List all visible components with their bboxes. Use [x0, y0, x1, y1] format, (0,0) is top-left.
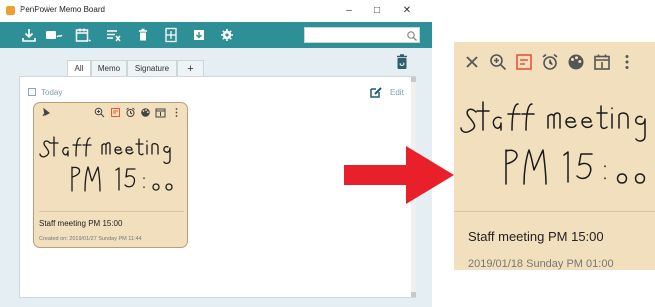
card-divider — [39, 211, 184, 212]
zoom-memo-date: 2019/01/18 Sunday PM 01:00 — [468, 258, 614, 270]
tab-last-icon[interactable]: ▸| — [46, 4, 51, 11]
download-icon[interactable] — [20, 27, 38, 43]
settings-icon[interactable] — [218, 27, 236, 43]
tab-signature[interactable]: Signature — [127, 60, 177, 76]
scroll-down-button[interactable] — [411, 292, 416, 297]
zoom-memo-title: Staff meeting PM 15:00 — [468, 229, 604, 244]
search-input[interactable] — [304, 27, 420, 43]
arrow-graphic — [344, 146, 454, 204]
zoom-divider — [454, 211, 655, 212]
search-icon[interactable] — [406, 29, 418, 41]
tab-all[interactable]: All — [67, 60, 91, 76]
tab-prev-icon[interactable]: ◂ — [30, 4, 33, 11]
app-logo-icon — [6, 6, 15, 15]
add-tab-button[interactable]: + — [177, 60, 204, 76]
import-icon[interactable] — [190, 27, 208, 43]
handwrite-icon[interactable] — [44, 27, 66, 43]
toolbar — [0, 22, 432, 48]
palette-icon[interactable] — [140, 107, 151, 118]
list-icon[interactable] — [104, 27, 122, 43]
memo-card[interactable]: Staff meeting PM 15:00 Created on: 2019/… — [33, 102, 188, 248]
more-icon[interactable] — [618, 53, 636, 71]
alarm-icon[interactable] — [125, 107, 136, 118]
minimize-button[interactable]: – — [338, 3, 360, 19]
edit-button[interactable]: Edit — [390, 88, 404, 97]
tab-next-icon[interactable]: ▸ — [38, 4, 41, 11]
calendar-icon[interactable] — [593, 53, 611, 71]
close-window-button[interactable]: ✕ — [396, 3, 418, 19]
pin-icon[interactable] — [40, 107, 51, 118]
scroll-up-button[interactable] — [411, 77, 416, 82]
palette-icon[interactable] — [567, 53, 585, 71]
more-icon[interactable] — [171, 107, 182, 118]
memo-title: Staff meeting PM 15:00 — [39, 219, 123, 228]
note-icon[interactable] — [515, 53, 533, 71]
zoom-in-icon[interactable] — [94, 107, 105, 118]
calendar-icon[interactable] — [155, 107, 166, 118]
title-bar: PenPower Memo Board – □ ✕ — [0, 0, 432, 22]
today-label: Today — [41, 88, 63, 97]
tab-first-icon[interactable]: |◂ — [20, 4, 25, 11]
close-icon[interactable] — [463, 53, 481, 71]
handwriting-zoomed — [460, 101, 646, 185]
maximize-button[interactable]: □ — [366, 3, 388, 19]
calendar-icon[interactable] — [74, 27, 92, 43]
edit-icon[interactable] — [369, 85, 383, 98]
collapse-icon[interactable] — [28, 88, 36, 96]
screenshot: PenPower Memo Board – □ ✕ |◂ ◂ ▸ ▸| All … — [0, 0, 655, 307]
delete-icon[interactable] — [134, 27, 152, 43]
zoom-in-icon[interactable] — [489, 53, 507, 71]
zoomed-memo: Staff meeting PM 15:00 2019/01/18 Sunday… — [454, 42, 655, 270]
layout-icon[interactable] — [162, 27, 180, 43]
recycle-bin-icon[interactable] — [394, 53, 410, 71]
note-icon[interactable] — [110, 107, 121, 118]
handwriting — [39, 136, 173, 192]
memo-created-date: Created on: 2019/01/27 Sunday PM 11:44 — [39, 236, 142, 242]
tab-memo[interactable]: Memo — [91, 60, 127, 76]
alarm-icon[interactable] — [541, 53, 559, 71]
